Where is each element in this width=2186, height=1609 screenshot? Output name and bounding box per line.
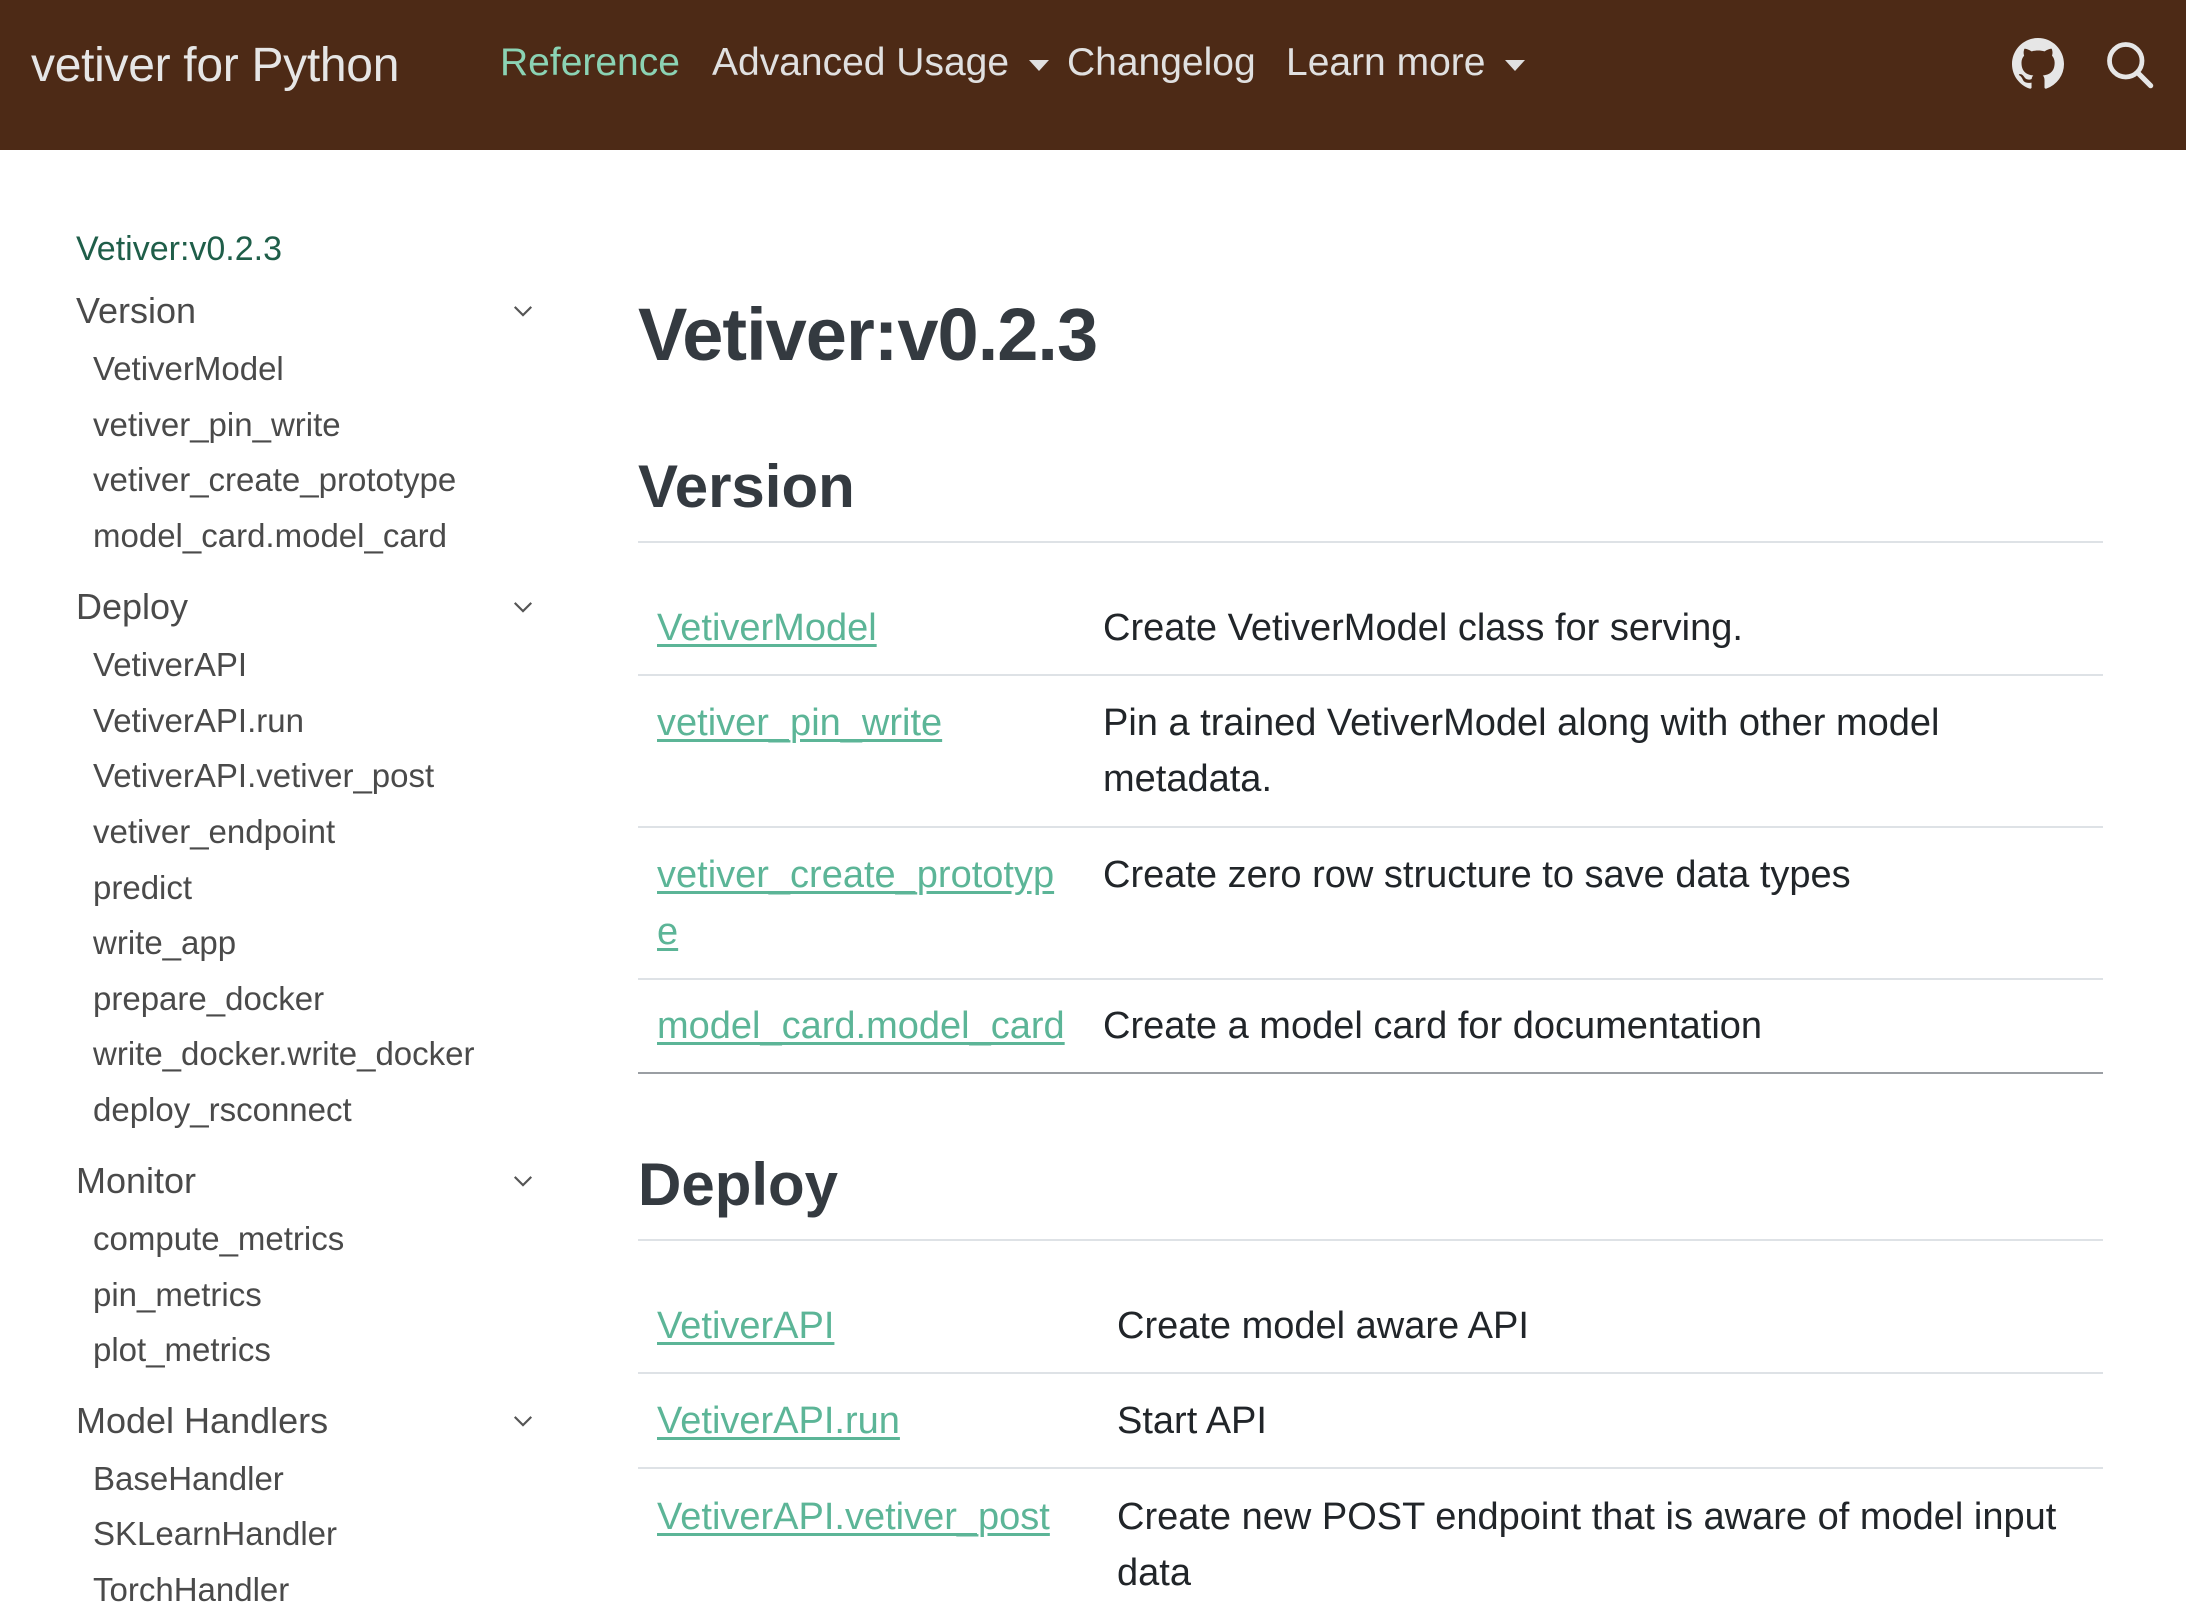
sidebar-item[interactable]: pin_metrics — [93, 1276, 262, 1314]
sidebar-item[interactable]: VetiverModel — [93, 350, 284, 388]
sidebar-section-version[interactable]: Version — [76, 290, 546, 332]
nav-changelog[interactable]: Changelog — [1067, 41, 1256, 85]
sidebar-item[interactable]: VetiverAPI.run — [93, 702, 304, 740]
sidebar-item[interactable]: vetiver_endpoint — [93, 813, 335, 851]
row-divider — [638, 1467, 2103, 1469]
nav-reference-label: Reference — [500, 41, 680, 84]
row-divider — [638, 826, 2103, 828]
caret-down-icon — [1029, 59, 1050, 71]
github-icon[interactable] — [2012, 38, 2064, 90]
row-divider — [638, 674, 2103, 676]
sidebar-item[interactable]: SKLearnHandler — [93, 1515, 337, 1553]
divider — [638, 1239, 2103, 1241]
nav-reference[interactable]: Reference — [500, 41, 680, 85]
table-link[interactable]: model_card.model_card — [657, 998, 1065, 1055]
nav-learn-more-label: Learn more — [1286, 41, 1486, 84]
sidebar-item[interactable]: VetiverAPI.vetiver_post — [93, 757, 434, 795]
table-link[interactable]: VetiverModel — [657, 600, 877, 657]
sidebar-section-label: Model Handlers — [76, 1400, 329, 1441]
section-heading-version: Version — [638, 453, 855, 520]
table-bottom-border — [638, 1072, 2103, 1074]
sidebar-section-monitor[interactable]: Monitor — [76, 1160, 546, 1202]
sidebar-item[interactable]: plot_metrics — [93, 1331, 271, 1369]
chevron-down-icon — [513, 602, 533, 613]
table-desc: Pin a trained VetiverModel along with ot… — [1103, 702, 1940, 744]
section-heading-deploy: Deploy — [638, 1151, 839, 1218]
sidebar-item[interactable]: vetiver_pin_write — [93, 406, 341, 444]
table-link[interactable]: VetiverAPI — [657, 1298, 834, 1355]
table-link[interactable]: e — [657, 904, 678, 961]
table-desc: Create a model card for documentation — [1103, 1005, 1763, 1047]
sidebar-section-deploy[interactable]: Deploy — [76, 586, 546, 628]
sidebar-item[interactable]: vetiver_create_prototype — [93, 461, 456, 499]
table-desc: Start API — [1117, 1400, 1267, 1442]
search-icon[interactable] — [2103, 38, 2155, 90]
sidebar-item[interactable]: VetiverAPI — [93, 646, 247, 684]
table-desc: Create zero row structure to save data t… — [1103, 854, 1851, 896]
sidebar-section-label: Deploy — [76, 586, 189, 627]
sidebar-top-link[interactable]: Vetiver:v0.2.3 — [76, 230, 282, 269]
sidebar-item[interactable]: predict — [93, 869, 192, 907]
sidebar-section-label: Monitor — [76, 1160, 197, 1201]
divider — [638, 541, 2103, 543]
table-desc: Create VetiverModel class for serving. — [1103, 607, 1743, 649]
row-divider — [638, 978, 2103, 980]
table-desc: Create new POST endpoint that is aware o… — [1117, 1496, 2057, 1538]
table-link[interactable]: VetiverAPI.run — [657, 1393, 900, 1450]
chevron-down-icon — [513, 306, 533, 317]
top-navbar: vetiver for Python Reference Advanced Us… — [0, 0, 2186, 150]
sidebar-item[interactable]: deploy_rsconnect — [93, 1091, 352, 1129]
table-desc: data — [1117, 1552, 1191, 1594]
sidebar-item[interactable]: write_docker.write_docker — [93, 1035, 475, 1073]
sidebar-item[interactable]: TorchHandler — [93, 1571, 289, 1609]
nav-advanced-usage-label: Advanced Usage — [712, 41, 1010, 84]
nav-advanced-usage[interactable]: Advanced Usage — [712, 41, 1050, 85]
sidebar-item[interactable]: prepare_docker — [93, 980, 324, 1018]
row-divider — [638, 1372, 2103, 1374]
nav-changelog-label: Changelog — [1067, 41, 1256, 84]
sidebar-section-model-handlers[interactable]: Model Handlers — [76, 1400, 546, 1442]
nav-learn-more[interactable]: Learn more — [1286, 41, 1526, 85]
chevron-down-icon — [513, 1176, 533, 1187]
sidebar-item[interactable]: compute_metrics — [93, 1220, 344, 1258]
sidebar-item[interactable]: write_app — [93, 924, 236, 962]
sidebar-item[interactable]: model_card.model_card — [93, 517, 447, 555]
chevron-down-icon — [513, 1416, 533, 1427]
sidebar-item[interactable]: BaseHandler — [93, 1460, 284, 1498]
table-desc: metadata. — [1103, 758, 1272, 800]
page-title: Vetiver:v0.2.3 — [638, 293, 1098, 376]
site-brand[interactable]: vetiver for Python — [31, 38, 399, 93]
table-desc: Create model aware API — [1117, 1305, 1529, 1347]
table-link[interactable]: vetiver_create_prototyp — [657, 847, 1054, 904]
table-link[interactable]: vetiver_pin_write — [657, 695, 942, 752]
caret-down-icon — [1505, 59, 1526, 71]
table-link[interactable]: VetiverAPI.vetiver_post — [657, 1489, 1050, 1546]
sidebar-section-label: Version — [76, 290, 197, 331]
